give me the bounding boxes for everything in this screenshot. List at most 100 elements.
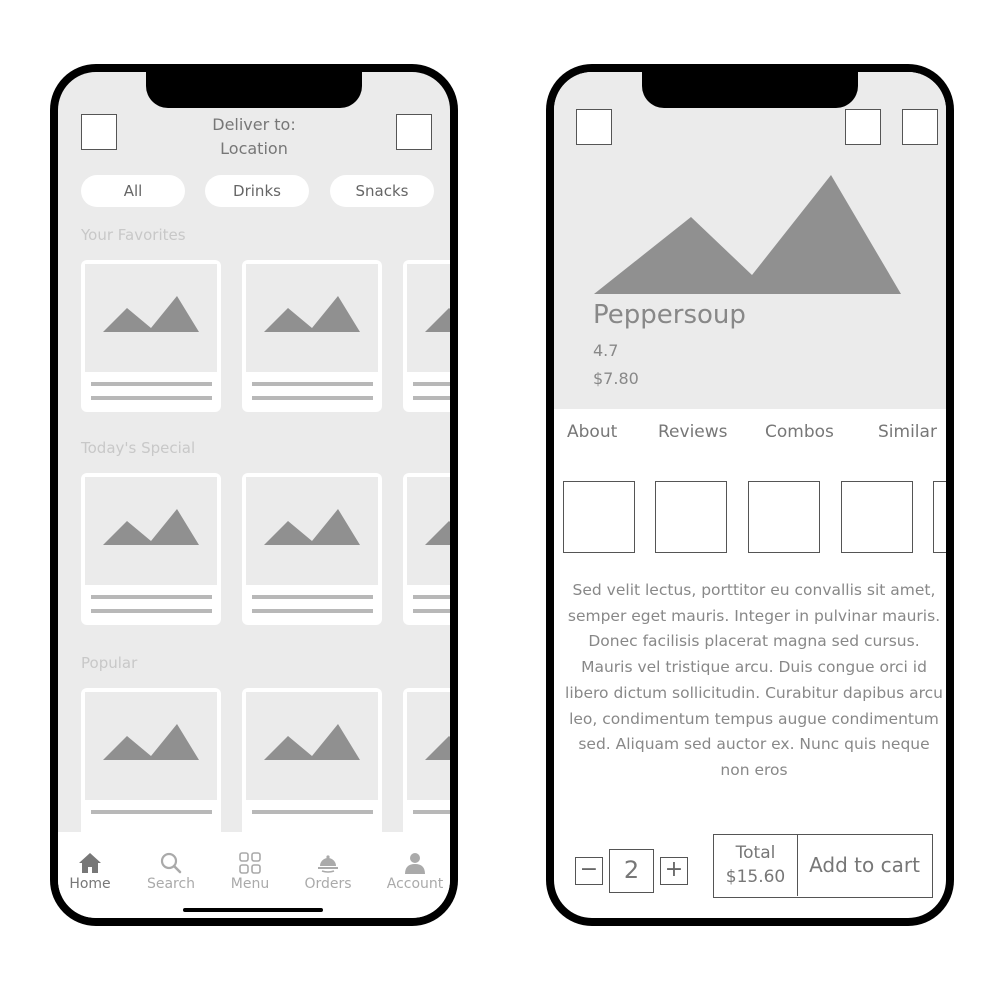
product-price: $7.80: [593, 369, 639, 388]
section-title-popular: Popular: [81, 654, 138, 672]
image-placeholder-icon: [425, 736, 450, 760]
tab-orders[interactable]: Orders: [288, 852, 368, 892]
favorite-button[interactable]: [845, 109, 881, 145]
product-image-placeholder: [85, 477, 217, 585]
filter-drinks[interactable]: Drinks: [205, 175, 309, 207]
increment-button[interactable]: +: [660, 857, 688, 885]
total-label: Total: [735, 843, 776, 863]
decrement-button[interactable]: −: [575, 857, 603, 885]
section-title-todays-special: Today's Special: [81, 439, 196, 457]
text-line: [91, 609, 212, 613]
tab-search[interactable]: Search: [131, 852, 211, 892]
total-display: Total $15.60: [714, 835, 798, 896]
product-image-placeholder: [246, 692, 378, 800]
add-to-cart-button[interactable]: Add to cart: [798, 835, 931, 896]
text-line: [413, 396, 450, 400]
image-placeholder-icon: [425, 308, 450, 332]
image-placeholder-icon: [103, 296, 199, 332]
product-name: Peppersoup: [593, 300, 746, 330]
total-value: $15.60: [725, 867, 786, 887]
filter-all[interactable]: All: [81, 175, 185, 207]
product-card[interactable]: [81, 688, 221, 840]
account-icon: [405, 853, 425, 874]
gallery-thumbnail[interactable]: [933, 481, 946, 553]
section-title-favorites: Your Favorites: [81, 226, 186, 244]
tab-account[interactable]: Account: [375, 852, 450, 892]
gallery-thumbnail[interactable]: [563, 481, 635, 553]
image-placeholder-icon: [264, 296, 360, 332]
product-screen: Peppersoup 4.7 $7.80 About Reviews Combo…: [554, 72, 946, 918]
gallery-thumbnail[interactable]: [748, 481, 820, 553]
phone-frame-product: Peppersoup 4.7 $7.80 About Reviews Combo…: [546, 64, 954, 926]
product-card[interactable]: [81, 473, 221, 625]
product-image-placeholder: [246, 264, 378, 372]
text-line: [91, 810, 212, 814]
tab-label: Account: [386, 876, 444, 892]
text-line: [252, 396, 373, 400]
deliver-to-label: Deliver to:: [212, 115, 296, 134]
tab-similar[interactable]: Similar: [878, 422, 937, 442]
orders-icon: [318, 855, 338, 873]
tab-about[interactable]: About: [567, 422, 617, 442]
checkout-bar: Total $15.60 Add to cart: [713, 834, 933, 898]
text-line: [252, 595, 373, 599]
location-selector[interactable]: Location: [58, 137, 450, 161]
tab-label: Search: [146, 876, 196, 892]
gallery-thumbnail[interactable]: [841, 481, 913, 553]
product-image-placeholder: [246, 477, 378, 585]
gallery-thumbnail[interactable]: [655, 481, 727, 553]
home-screen: Deliver to: Location All Drinks Snacks Y…: [58, 72, 450, 918]
text-line: [252, 810, 373, 814]
product-rating: 4.7: [593, 341, 619, 360]
back-button[interactable]: [576, 109, 612, 145]
product-card[interactable]: [403, 688, 450, 840]
product-card[interactable]: [242, 260, 382, 412]
text-line: [413, 810, 450, 814]
tab-label: Menu: [230, 876, 270, 892]
product-image-placeholder-icon: [594, 175, 901, 294]
product-hero: Peppersoup 4.7 $7.80: [554, 72, 946, 409]
phone-notch: [146, 72, 362, 108]
text-line: [252, 609, 373, 613]
image-placeholder-icon: [103, 724, 199, 760]
text-line: [413, 595, 450, 599]
phone-frame-home: Deliver to: Location All Drinks Snacks Y…: [50, 64, 458, 926]
text-line: [413, 609, 450, 613]
menu-grid-icon: [239, 852, 261, 874]
image-placeholder-icon: [103, 509, 199, 545]
tab-home[interactable]: Home: [58, 852, 130, 892]
tab-reviews[interactable]: Reviews: [658, 422, 728, 442]
home-indicator: [183, 908, 323, 912]
product-image-placeholder: [85, 264, 217, 372]
product-image-placeholder: [407, 692, 450, 800]
text-line: [91, 382, 212, 386]
image-placeholder-icon: [264, 724, 360, 760]
tab-combos[interactable]: Combos: [765, 422, 834, 442]
product-description: Sed velit lectus, porttitor eu convallis…: [565, 581, 943, 779]
share-button[interactable]: [902, 109, 938, 145]
product-image-placeholder: [407, 477, 450, 585]
bottom-tab-bar: Home Search Menu Orders Account: [58, 832, 450, 918]
text-line: [91, 396, 212, 400]
product-card[interactable]: [403, 260, 450, 412]
quantity-value[interactable]: 2: [609, 849, 654, 893]
product-image-placeholder: [85, 692, 217, 800]
search-icon: [160, 852, 182, 874]
product-card[interactable]: [403, 473, 450, 625]
text-line: [252, 382, 373, 386]
cart-button[interactable]: [396, 114, 432, 150]
filter-snacks[interactable]: Snacks: [330, 175, 434, 207]
home-icon: [79, 853, 101, 873]
image-placeholder-icon: [425, 521, 450, 545]
image-placeholder-icon: [264, 509, 360, 545]
product-card[interactable]: [81, 260, 221, 412]
product-card[interactable]: [242, 688, 382, 840]
product-card[interactable]: [242, 473, 382, 625]
tab-label: Orders: [304, 876, 352, 892]
product-image-placeholder: [407, 264, 450, 372]
tab-label: Home: [69, 876, 111, 892]
text-line: [91, 595, 212, 599]
phone-notch: [642, 72, 858, 108]
text-line: [413, 382, 450, 386]
tab-menu[interactable]: Menu: [210, 852, 290, 892]
